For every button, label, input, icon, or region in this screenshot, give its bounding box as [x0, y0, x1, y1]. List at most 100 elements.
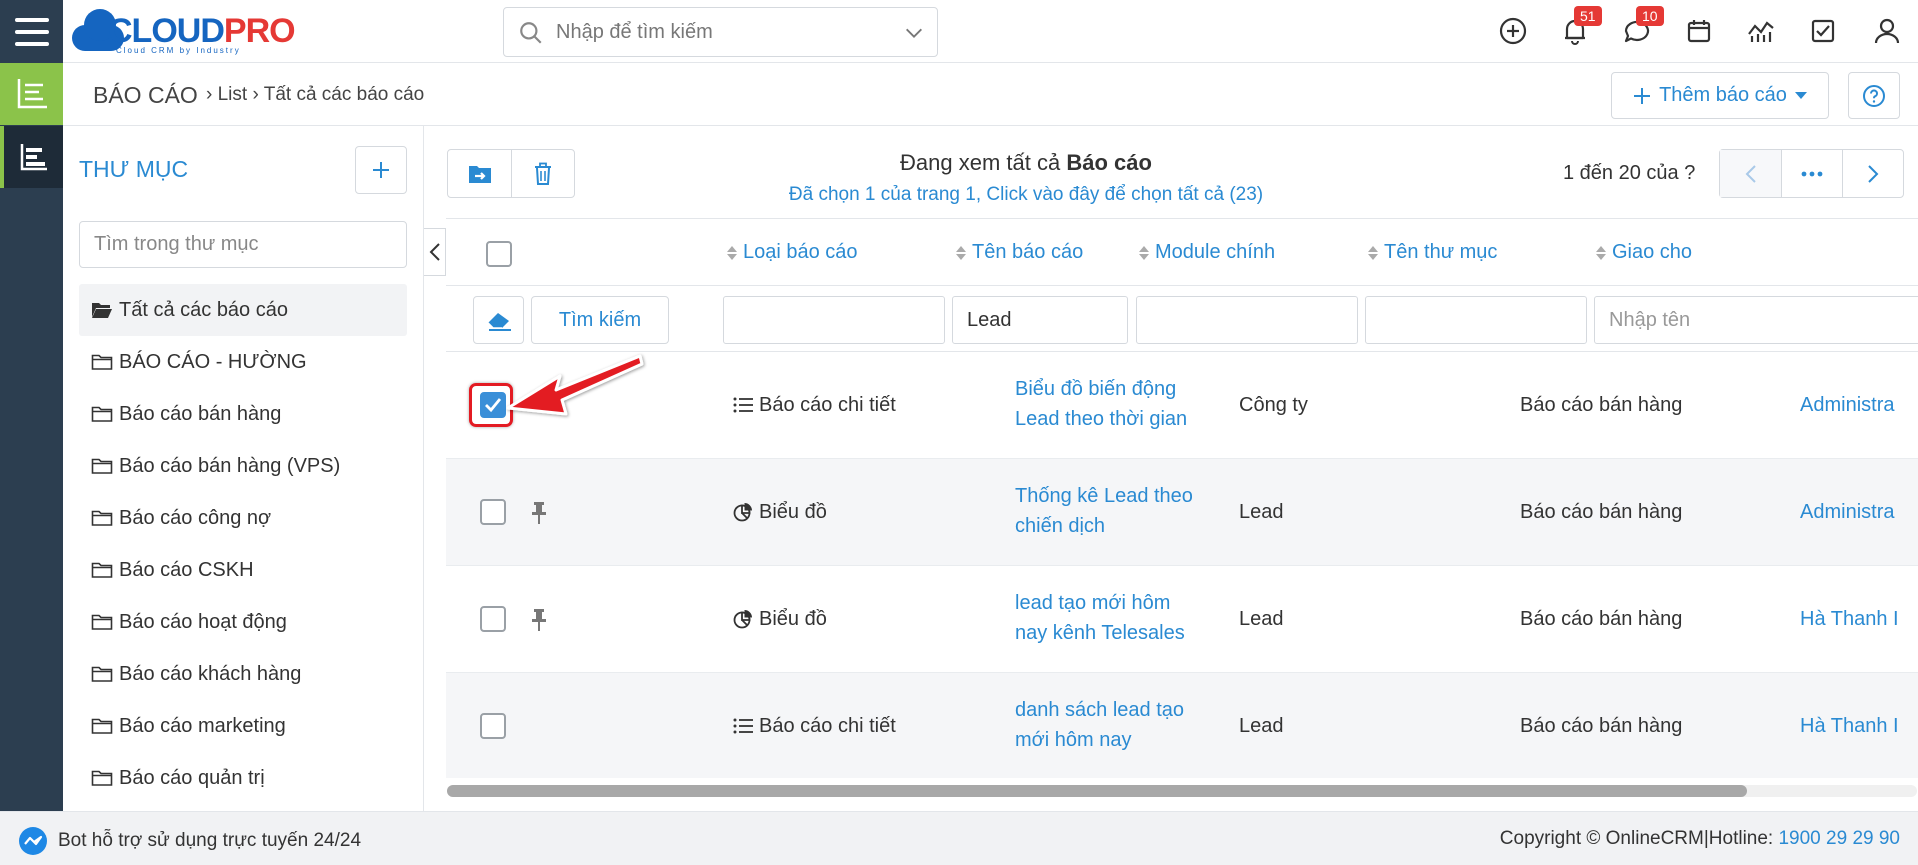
add-circle-icon[interactable]	[1496, 14, 1530, 48]
notifications-badge: 51	[1574, 6, 1602, 26]
scrollbar-thumb[interactable]	[447, 785, 1747, 797]
rail-item-reports[interactable]	[0, 63, 63, 125]
table-row[interactable]: Biểu đồ Thống kê Lead theo chiến dịch Lea…	[446, 459, 1918, 566]
report-name-link[interactable]: lead tạo mới hôm nay kênh Telesales	[1015, 588, 1185, 648]
folder-icon	[91, 406, 113, 422]
viewing-label: Đang xem tất cả Báo cáo	[900, 150, 1152, 175]
folder-item[interactable]: Báo cáo bán hàng (VPS)	[79, 440, 407, 492]
help-button[interactable]	[1848, 72, 1900, 119]
table-row[interactable]: Báo cáo chi tiết danh sách lead tạo mới h…	[446, 673, 1918, 778]
list-icon	[733, 397, 753, 413]
sort-icon	[1139, 245, 1149, 260]
hotline-link[interactable]: 1900 29 29 90	[1778, 828, 1900, 849]
folder-icon	[91, 770, 113, 786]
report-type: Biểu đồ	[733, 604, 827, 634]
clear-filter-button[interactable]	[473, 296, 524, 344]
next-page-button[interactable]	[1842, 150, 1903, 197]
folder-item[interactable]: Báo cáo hoạt động	[79, 596, 407, 648]
report-assignee-link[interactable]: Hà Thanh I	[1800, 711, 1899, 741]
select-all-checkbox[interactable]	[486, 241, 512, 267]
chevron-right-icon	[1868, 164, 1879, 183]
folder-heading: THƯ MỤC	[79, 156, 189, 182]
column-header-type[interactable]: Loại báo cáo	[727, 241, 858, 264]
folder-search-input[interactable]: Tìm trong thư mục	[79, 221, 407, 268]
bar-chart-icon	[20, 144, 47, 171]
report-name-link[interactable]: danh sách lead tạo mới hôm nay	[1015, 695, 1184, 755]
folder-icon	[91, 666, 113, 682]
ellipsis-icon	[1801, 171, 1823, 176]
chevron-left-icon	[1745, 164, 1756, 183]
row-checkbox[interactable]	[480, 606, 506, 632]
select-all-link[interactable]: Đã chọn 1 của trang 1, Click vào đây để …	[446, 184, 1606, 206]
row-checkbox[interactable]	[480, 713, 506, 739]
report-type: Biểu đồ	[733, 497, 827, 527]
collapse-panel-button[interactable]	[424, 228, 446, 276]
search-filter-button[interactable]: Tìm kiếm	[531, 296, 669, 344]
add-report-button[interactable]: Thêm báo cáo	[1611, 72, 1829, 119]
task-check-icon[interactable]	[1806, 14, 1840, 48]
report-table: Loại báo cáo Tên báo cáo Module chính Tê…	[446, 218, 1918, 778]
calendar-icon[interactable]	[1682, 14, 1716, 48]
chevron-left-icon	[429, 243, 440, 261]
pagination-summary: 1 đến 20 của ?	[1563, 162, 1696, 184]
page-title[interactable]: BÁO CÁO	[93, 82, 198, 109]
menu-toggle-icon[interactable]	[0, 0, 63, 63]
column-header-module[interactable]: Module chính	[1139, 241, 1275, 264]
prev-page-button[interactable]	[1720, 150, 1781, 197]
breadcrumb-path[interactable]: › List › Tất cả các báo cáo	[206, 84, 424, 106]
more-pages-button[interactable]	[1781, 150, 1842, 197]
plus-icon	[373, 162, 389, 178]
chevron-down-icon[interactable]	[903, 22, 925, 44]
folder-item[interactable]: Báo cáo CSKH	[79, 544, 407, 596]
report-module: Lead	[1239, 715, 1284, 737]
eraser-icon	[486, 313, 511, 331]
report-folder: Báo cáo bán hàng	[1520, 608, 1683, 630]
table-row[interactable]: Báo cáo chi tiết Biểu đồ biến động Lead t…	[446, 352, 1918, 459]
user-profile-icon[interactable]	[1870, 14, 1904, 48]
pie-chart-icon	[733, 503, 752, 522]
filter-type-input[interactable]	[723, 296, 945, 344]
column-header-name[interactable]: Tên báo cáo	[956, 241, 1083, 264]
report-module: Lead	[1239, 608, 1284, 630]
table-header: Loại báo cáo Tên báo cáo Module chính Tê…	[446, 218, 1918, 286]
chat-bot-link[interactable]: Bot hỗ trợ sử dụng trực tuyến 24/24	[18, 826, 361, 856]
folder-item[interactable]: Báo cáo marketing	[79, 700, 407, 752]
report-folder: Báo cáo bán hàng	[1520, 394, 1683, 416]
report-name-link[interactable]: Biểu đồ biến động Lead theo thời gian	[1015, 374, 1187, 434]
folder-icon	[91, 510, 113, 526]
list-icon	[733, 718, 753, 734]
row-checkbox[interactable]	[480, 499, 506, 525]
report-list: Đang xem tất cả Báo cáo Đã chọn 1 của tr…	[446, 126, 1918, 811]
folder-item[interactable]: Báo cáo bán hàng	[79, 388, 407, 440]
pagination-total-unknown[interactable]: ?	[1684, 162, 1695, 184]
report-assignee-link[interactable]: Administra	[1800, 497, 1894, 527]
folder-item[interactable]: BÁO CÁO - HƯỜNG	[79, 336, 407, 388]
messenger-icon	[19, 827, 47, 855]
folder-item[interactable]: Tất cả các báo cáo	[79, 284, 407, 336]
rail-item-report-chart[interactable]	[0, 126, 63, 188]
filter-module-input[interactable]	[1136, 296, 1358, 344]
folder-item[interactable]: Báo cáo quản trị	[79, 752, 407, 804]
report-assignee-link[interactable]: Administra	[1800, 390, 1894, 420]
filter-name-input[interactable]: Lead	[952, 296, 1128, 344]
pin-icon[interactable]	[530, 501, 548, 525]
column-header-assignee[interactable]: Giao cho	[1596, 241, 1692, 264]
breadcrumb: BÁO CÁO › List › Tất cả các báo cáo Thêm…	[63, 63, 1918, 126]
pie-chart-icon	[733, 610, 752, 629]
report-name-link[interactable]: Thống kê Lead theo chiến dịch	[1015, 481, 1193, 541]
filter-folder-input[interactable]	[1365, 296, 1587, 344]
sort-icon	[1596, 245, 1606, 260]
report-assignee-link[interactable]: Hà Thanh I	[1800, 604, 1899, 634]
global-search-input[interactable]: Nhập để tìm kiếm	[503, 7, 938, 57]
horizontal-scrollbar[interactable]	[447, 785, 1917, 797]
add-folder-button[interactable]	[355, 146, 407, 194]
analytics-icon[interactable]	[1744, 14, 1778, 48]
folder-item[interactable]: Báo cáo công nợ	[79, 492, 407, 544]
footer: Bot hỗ trợ sử dụng trực tuyến 24/24 Copy…	[0, 811, 1918, 865]
pin-icon[interactable]	[530, 608, 548, 632]
column-header-folder[interactable]: Tên thư mục	[1368, 241, 1497, 264]
filter-assignee-input[interactable]: Nhập tên	[1594, 296, 1918, 344]
logo[interactable]: CLOUDPRO Cloud CRM by Industry	[72, 6, 296, 56]
table-row[interactable]: Biểu đồ lead tạo mới hôm nay kênh Telesal…	[446, 566, 1918, 673]
folder-item[interactable]: Báo cáo khách hàng	[79, 648, 407, 700]
